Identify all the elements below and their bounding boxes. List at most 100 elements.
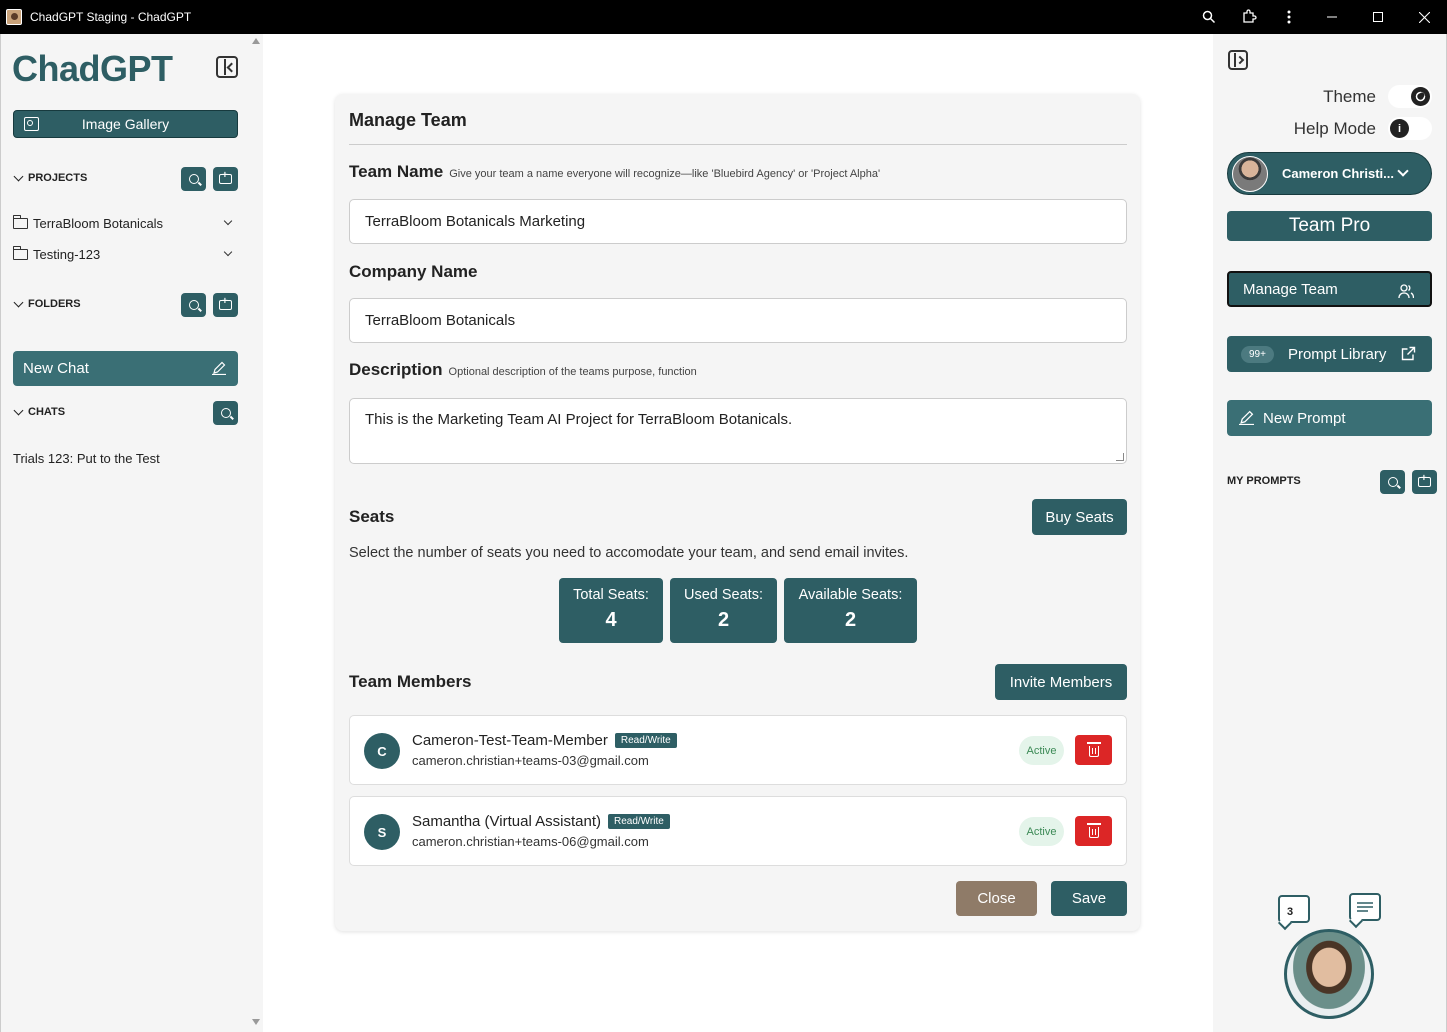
moon-icon: [1411, 87, 1430, 106]
save-button[interactable]: Save: [1051, 881, 1127, 916]
search-icon: [1387, 477, 1398, 487]
chevron-down-icon: [13, 171, 24, 182]
search-icon: [188, 174, 199, 184]
invite-members-button[interactable]: Invite Members: [995, 664, 1127, 700]
manage-team-card: Manage Team Team Name Give your team a na…: [335, 94, 1140, 931]
user-menu-button[interactable]: Cameron Christi...: [1227, 152, 1432, 195]
help-mode-toggle-row: Help Mode i: [1294, 117, 1432, 140]
description-value: This is the Marketing Team AI Project fo…: [365, 411, 793, 428]
role-badge: Read/Write: [607, 814, 670, 829]
new-chat-label: New Chat: [23, 360, 89, 377]
chats-header[interactable]: CHATS: [13, 405, 65, 418]
search-chats-button[interactable]: [213, 401, 238, 425]
avatar: S: [364, 814, 400, 850]
chevron-down-icon: [1397, 165, 1409, 177]
expand-panel-icon[interactable]: [1228, 50, 1248, 70]
notification-bubble[interactable]: 3: [1278, 895, 1310, 923]
user-name: Cameron Christi...: [1282, 166, 1394, 181]
folder-icon: [13, 214, 28, 229]
window-title: ChadGPT Staging - ChadGPT: [30, 10, 192, 24]
project-item[interactable]: Testing-123: [13, 244, 241, 264]
chevron-down-icon[interactable]: [223, 247, 233, 257]
help-mode-label: Help Mode: [1293, 118, 1376, 138]
add-prompt-folder-button[interactable]: [1412, 470, 1437, 494]
more-options-icon[interactable]: [1269, 0, 1309, 34]
search-prompts-button[interactable]: [1380, 470, 1405, 494]
chat-item[interactable]: Trials 123: Put to the Test: [13, 451, 160, 466]
new-prompt-button[interactable]: New Prompt: [1227, 400, 1432, 436]
virtual-assistant-widget[interactable]: 3: [1276, 893, 1386, 1023]
chevron-down-icon: [13, 297, 24, 308]
add-project-button[interactable]: [213, 167, 238, 191]
member-name: Samantha (Virtual Assistant) Read/Write: [412, 813, 670, 830]
seats-description: Select the number of seats you need to a…: [349, 545, 909, 561]
delete-member-button[interactable]: [1075, 735, 1112, 765]
zoom-icon[interactable]: [1189, 0, 1229, 34]
status-badge: Active: [1019, 736, 1064, 765]
total-seats-stat: Total Seats: 4: [559, 578, 663, 643]
people-icon: [1398, 284, 1414, 299]
member-name-text: Samantha (Virtual Assistant): [412, 813, 601, 830]
chevron-down-icon[interactable]: [223, 216, 233, 226]
folders-header[interactable]: FOLDERS: [13, 297, 81, 310]
user-avatar: [1232, 155, 1268, 192]
prompt-library-button[interactable]: 99+ Prompt Library: [1227, 336, 1432, 372]
plan-button[interactable]: Team Pro: [1227, 211, 1432, 241]
collapse-sidebar-icon[interactable]: [216, 56, 238, 78]
prompt-count-badge: 99+: [1241, 345, 1274, 363]
description-label-text: Description: [349, 360, 443, 379]
seat-stat-value: 2: [717, 609, 730, 631]
description-textarea[interactable]: This is the Marketing Team AI Project fo…: [349, 398, 1127, 464]
right-sidebar: Theme Help Mode i Cameron Christi... Tea…: [1213, 34, 1447, 1032]
search-folders-button[interactable]: [181, 293, 206, 317]
trash-icon: [1086, 742, 1101, 757]
delete-member-button[interactable]: [1075, 816, 1112, 846]
team-member-row: C Cameron-Test-Team-Member Read/Write ca…: [349, 715, 1127, 785]
project-item[interactable]: TerraBloom Botanicals: [13, 213, 241, 233]
projects-header[interactable]: PROJECTS: [13, 171, 88, 184]
search-projects-button[interactable]: [181, 167, 206, 191]
extensions-icon[interactable]: [1229, 0, 1269, 34]
left-sidebar: ChadGPT Image Gallery PROJECTS TerraBloo…: [0, 34, 263, 1032]
seats-label: Seats: [349, 507, 395, 526]
help-mode-toggle[interactable]: i: [1388, 117, 1432, 140]
buy-seats-button[interactable]: Buy Seats: [1032, 499, 1127, 535]
resize-handle[interactable]: [1116, 453, 1124, 461]
chat-bubble-icon[interactable]: [1349, 893, 1381, 921]
minimize-icon[interactable]: [1309, 0, 1355, 34]
scroll-up-arrow[interactable]: [252, 38, 260, 44]
team-name-input[interactable]: TerraBloom Botanicals Marketing: [349, 199, 1127, 244]
seat-stat-value: 4: [605, 609, 617, 631]
prompt-library-label: Prompt Library: [1287, 345, 1387, 363]
theme-toggle[interactable]: [1388, 85, 1432, 108]
app-icon: [6, 9, 22, 25]
image-gallery-button[interactable]: Image Gallery: [13, 110, 238, 138]
team-members-label: Team Members: [349, 672, 472, 691]
new-chat-button[interactable]: New Chat: [13, 351, 238, 386]
member-name-text: Cameron-Test-Team-Member: [412, 732, 608, 749]
window-controls: [1189, 0, 1447, 34]
chevron-down-icon: [13, 405, 24, 416]
available-seats-stat: Available Seats: 2: [784, 578, 917, 643]
maximize-icon[interactable]: [1355, 0, 1401, 34]
scroll-down-arrow[interactable]: [252, 1019, 260, 1025]
close-button[interactable]: Close: [956, 881, 1037, 916]
theme-label: Theme: [1323, 86, 1376, 106]
assistant-avatar[interactable]: [1284, 929, 1374, 1019]
notification-count: 3: [1287, 906, 1294, 918]
project-label: Testing-123: [33, 246, 101, 262]
manage-team-button[interactable]: Manage Team: [1227, 271, 1432, 307]
add-folder-button[interactable]: [213, 293, 238, 317]
company-name-label: Company Name: [349, 262, 478, 281]
projects-header-label: PROJECTS: [28, 172, 88, 184]
folder-icon: [13, 245, 28, 260]
title-bar: ChadGPT Staging - ChadGPT: [0, 0, 1447, 34]
project-label: TerraBloom Botanicals: [33, 215, 164, 231]
member-name: Cameron-Test-Team-Member Read/Write: [412, 732, 677, 749]
close-window-icon[interactable]: [1401, 0, 1447, 34]
used-seats-stat: Used Seats: 2: [670, 578, 777, 643]
folder-plus-icon: [1418, 473, 1431, 487]
search-icon: [188, 300, 199, 310]
external-link-icon: [1401, 346, 1416, 361]
company-name-input[interactable]: TerraBloom Botanicals: [349, 298, 1127, 343]
